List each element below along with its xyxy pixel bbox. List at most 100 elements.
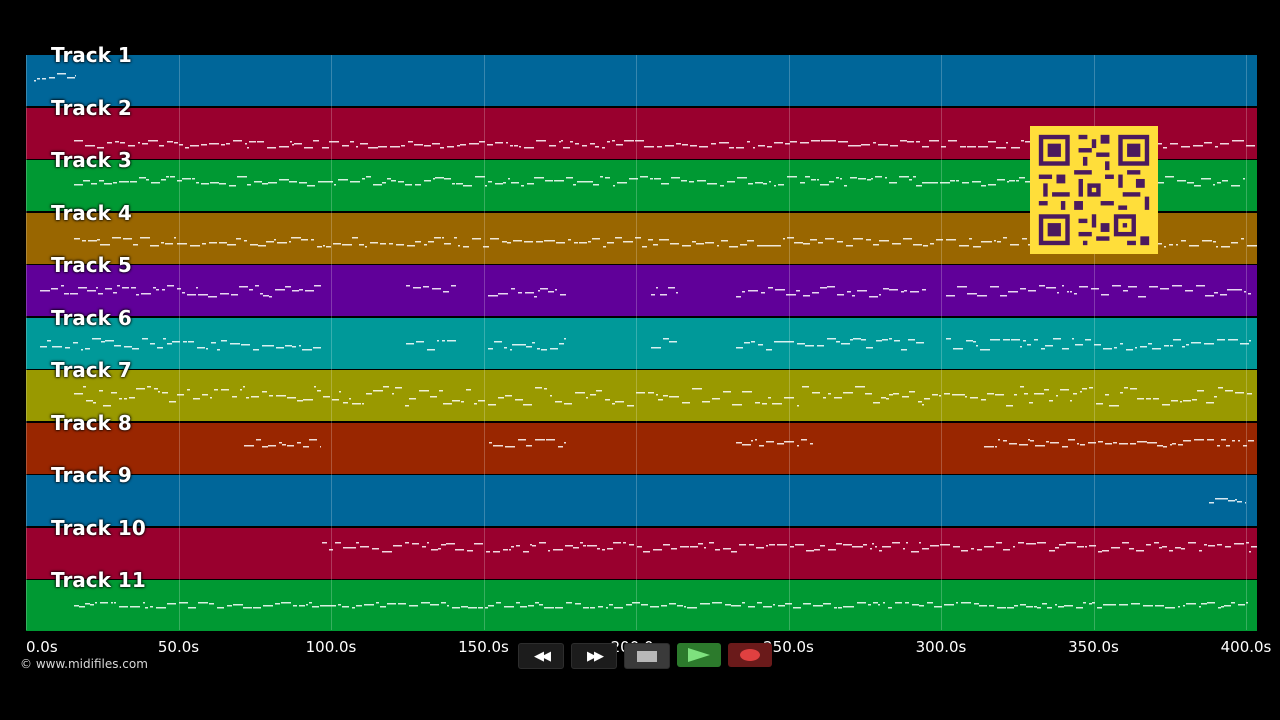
note — [977, 295, 987, 297]
note — [1231, 185, 1240, 187]
note — [1247, 393, 1252, 395]
note — [1112, 285, 1121, 287]
note — [909, 179, 912, 181]
note — [166, 176, 169, 178]
fast-forward-icon: ▶▶ — [587, 648, 604, 664]
note — [523, 404, 532, 406]
note — [177, 180, 182, 182]
note — [162, 289, 165, 291]
note — [795, 543, 804, 545]
note — [756, 546, 764, 548]
note — [275, 603, 280, 605]
note — [198, 294, 208, 296]
note — [1157, 444, 1163, 446]
note — [1189, 244, 1199, 246]
note — [1181, 145, 1190, 147]
note — [692, 388, 702, 390]
note — [919, 605, 924, 607]
note — [156, 289, 159, 291]
note — [996, 146, 1006, 148]
note — [105, 288, 112, 290]
note — [834, 397, 842, 399]
track-lane[interactable] — [26, 475, 1257, 526]
note — [894, 339, 900, 341]
note — [606, 607, 608, 609]
note — [1224, 605, 1231, 607]
note — [838, 607, 842, 609]
note — [221, 339, 227, 341]
note — [997, 607, 1006, 609]
note — [254, 181, 262, 183]
note — [352, 236, 358, 238]
note — [70, 293, 78, 295]
note — [1011, 146, 1020, 148]
note — [202, 394, 208, 396]
note — [197, 346, 205, 348]
note — [806, 549, 814, 551]
note — [857, 290, 867, 292]
note — [505, 395, 512, 397]
note — [167, 603, 176, 605]
note — [801, 438, 807, 440]
stop-button[interactable] — [624, 643, 670, 669]
note-marks — [74, 602, 1248, 609]
note — [74, 237, 80, 239]
track-lane[interactable] — [26, 422, 1257, 474]
note — [663, 395, 668, 397]
track-lane[interactable] — [26, 527, 1257, 579]
note — [1155, 605, 1164, 607]
note — [1237, 501, 1242, 503]
note — [1213, 184, 1215, 186]
note — [100, 243, 110, 245]
note — [1074, 293, 1077, 295]
note — [731, 605, 741, 607]
track-lane[interactable] — [26, 370, 1257, 421]
note — [1046, 440, 1049, 442]
rewind-button[interactable]: ◀◀ — [518, 643, 564, 669]
note — [1208, 544, 1215, 546]
play-button[interactable] — [677, 643, 721, 667]
note — [510, 348, 512, 350]
track-lane[interactable] — [26, 265, 1257, 316]
record-button[interactable] — [728, 643, 772, 667]
fast-forward-button[interactable]: ▶▶ — [571, 643, 617, 669]
note — [889, 337, 892, 339]
note — [119, 606, 128, 608]
time-tick-label: 100.0s — [305, 638, 357, 656]
note — [720, 185, 724, 187]
note — [130, 606, 140, 608]
note — [861, 338, 866, 340]
note — [1194, 438, 1204, 440]
note — [1020, 345, 1022, 347]
note — [1149, 286, 1158, 288]
note — [648, 238, 653, 240]
note — [370, 146, 378, 148]
note — [922, 404, 924, 406]
note — [139, 177, 146, 179]
note — [370, 241, 378, 243]
note — [843, 543, 852, 545]
note — [748, 290, 758, 292]
note — [1088, 441, 1096, 443]
note — [1089, 603, 1092, 605]
track-label: Track 11 — [51, 568, 146, 592]
track-lane[interactable] — [26, 55, 1257, 106]
note — [1028, 438, 1030, 440]
note — [661, 605, 667, 607]
note — [498, 293, 508, 295]
note — [424, 243, 427, 245]
note — [1159, 546, 1162, 548]
note — [613, 185, 615, 187]
note — [814, 548, 820, 550]
note — [475, 176, 485, 178]
note — [936, 238, 943, 240]
track-lane[interactable] — [26, 317, 1257, 369]
note — [729, 245, 738, 247]
track-lane[interactable] — [26, 580, 1257, 631]
note — [366, 393, 372, 395]
note — [244, 239, 247, 241]
note — [302, 348, 312, 350]
note — [803, 295, 810, 297]
note — [1020, 288, 1026, 290]
note — [311, 238, 314, 240]
